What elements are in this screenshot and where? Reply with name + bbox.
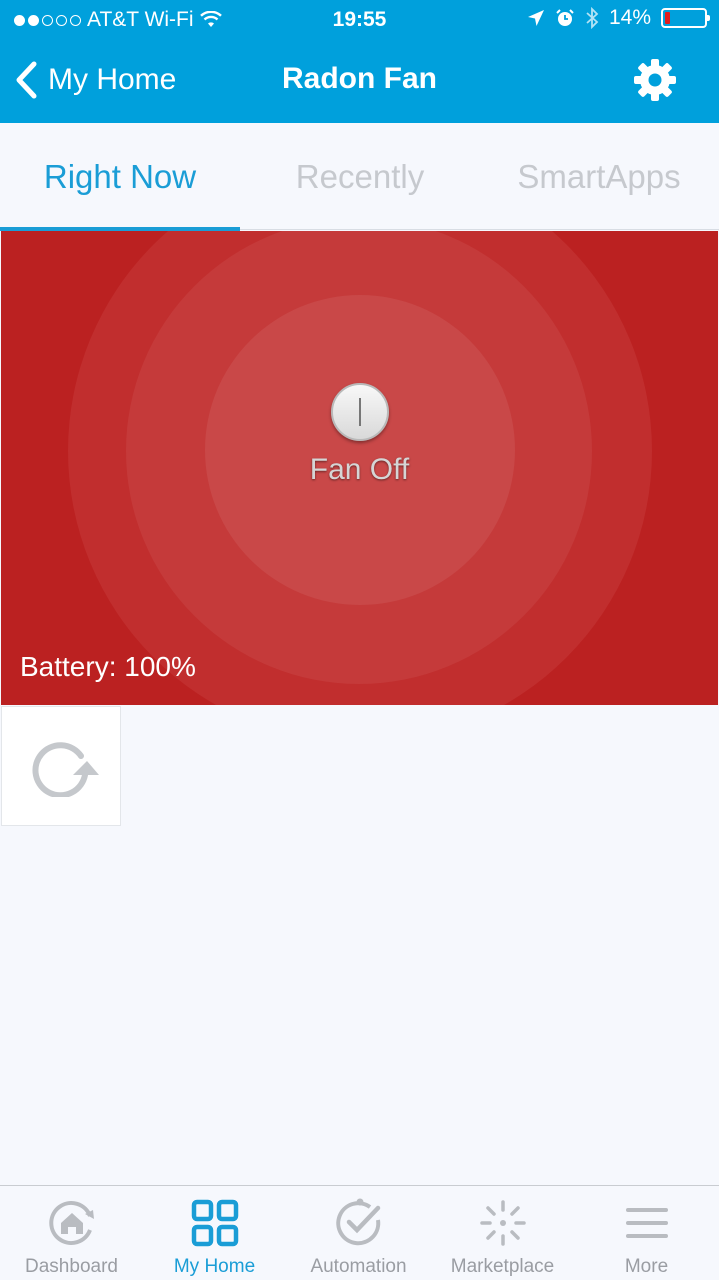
battery-icon — [661, 8, 710, 28]
battery-level-label: Battery: 100% — [20, 651, 196, 682]
location-arrow-icon — [527, 10, 544, 26]
bluetooth-icon — [586, 7, 599, 29]
app-header: AT&T Wi-Fi 19:55 14% My Home Radon Fan — [0, 0, 719, 123]
refresh-tile[interactable] — [1, 706, 121, 826]
tab-recently[interactable]: Recently — [240, 123, 480, 230]
tab-bar-dashboard[interactable]: Dashboard — [0, 1186, 143, 1280]
page-title: Radon Fan — [282, 62, 437, 95]
tab-bar-label: More — [624, 1256, 669, 1277]
tab-bar-label: My Home — [173, 1256, 256, 1277]
tab-right-now[interactable]: Right Now — [0, 123, 240, 231]
tab-bar-label: Automation — [310, 1256, 407, 1277]
marketplace-icon — [480, 1200, 526, 1246]
tab-bar-automation[interactable]: Automation — [287, 1186, 430, 1280]
status-bar: AT&T Wi-Fi 19:55 14% — [0, 0, 719, 40]
alarm-clock-icon — [556, 9, 574, 26]
battery-percent: 14% — [608, 6, 651, 29]
tab-bar-label: Dashboard — [25, 1256, 118, 1277]
device-status-tile[interactable]: Fan Off Battery: 100% — [1, 231, 718, 705]
tab-bar-label: Marketplace — [450, 1256, 555, 1277]
device-tabs: Right Now Recently SmartApps — [0, 123, 719, 231]
navigation-bar: My Home Radon Fan — [0, 40, 719, 123]
power-toggle-button[interactable] — [331, 383, 389, 441]
settings-gear-icon[interactable] — [633, 58, 677, 102]
tab-bar-marketplace[interactable]: Marketplace — [431, 1186, 574, 1280]
dashboard-icon — [49, 1201, 94, 1245]
fan-state-label: Fan Off — [309, 453, 410, 486]
refresh-icon — [32, 742, 99, 797]
menu-icon — [626, 1208, 668, 1238]
tab-bar-more[interactable]: More — [575, 1186, 718, 1280]
automation-check-icon — [336, 1198, 381, 1246]
bottom-tab-bar: Dashboard My Home Automation Marketplace… — [0, 1185, 719, 1280]
tab-bar-my-home[interactable]: My Home — [143, 1186, 286, 1280]
pulse-ring-inner — [205, 295, 515, 605]
tab-smartapps[interactable]: SmartApps — [479, 123, 719, 230]
status-right: 14% — [527, 6, 710, 30]
my-home-grid-icon — [191, 1199, 239, 1247]
